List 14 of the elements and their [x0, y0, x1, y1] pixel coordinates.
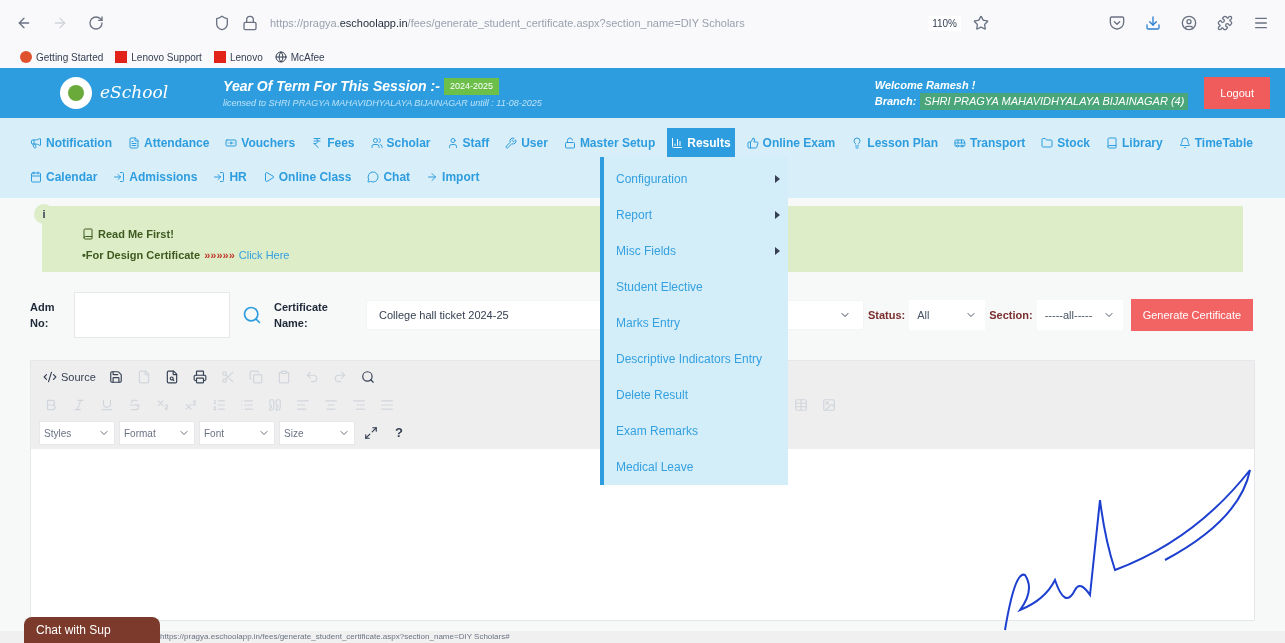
license-text: licensed to SHRI PRAGYA MAHAVIDHYALAYA BIJAINAGAR untill : 11-08-2025	[223, 96, 542, 110]
certificate-name-label: Certificate Name:	[274, 299, 329, 331]
notice-text: •For Design Certificate	[82, 247, 201, 263]
status-label: Status:	[868, 307, 906, 323]
branch-label: Branch:	[874, 94, 917, 109]
notice-title: Read Me First!	[98, 227, 174, 242]
arrows-text: »»»»»	[204, 247, 235, 263]
logo-text: eSchool	[100, 81, 169, 105]
welcome-text: Welcome Ramesh !	[874, 77, 977, 93]
adm-no-label: Adm No:	[30, 299, 56, 331]
status-bar-url: https://pragya.eschoolapp.in/fees/generate_student_certificate.aspx?section_name=DIY Scholars#	[160, 631, 510, 643]
session-label: Year Of Term For This Session :-	[223, 76, 440, 96]
session-badge: 2024-2025	[443, 77, 499, 95]
section-label: Section:	[989, 307, 1033, 323]
